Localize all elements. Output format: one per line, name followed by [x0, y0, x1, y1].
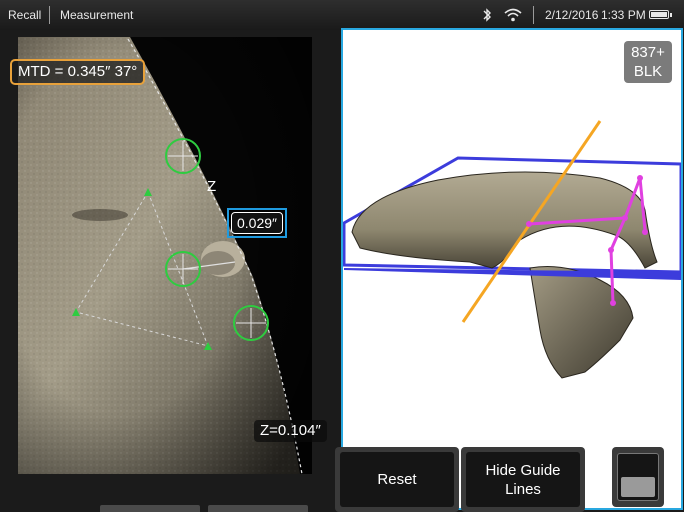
hide-guide-lines-label: Hide Guide Lines — [466, 452, 580, 507]
mtd-result-label[interactable]: MTD = 0.345″ 37° — [10, 59, 146, 85]
softkey-tab[interactable] — [208, 505, 308, 512]
toggle-track — [617, 453, 659, 501]
3d-point-cloud — [343, 120, 681, 379]
reset-button[interactable]: Reset — [335, 447, 459, 512]
badge-line-1: 837+ — [631, 44, 665, 61]
softkey-tab[interactable] — [100, 505, 200, 512]
battery-icon — [649, 10, 672, 19]
probe-image-view[interactable] — [18, 37, 312, 474]
divider — [49, 6, 50, 24]
length-value: 0.029″ — [231, 212, 283, 234]
divider — [533, 6, 534, 24]
hide-guide-lines-button[interactable]: Hide Guide Lines — [461, 447, 585, 512]
reset-button-label: Reset — [340, 452, 454, 507]
bluetooth-icon — [483, 8, 491, 22]
z-axis-label: Z — [207, 178, 217, 195]
mode-title: Measurement — [60, 8, 134, 22]
recall-button[interactable]: Recall — [8, 8, 41, 22]
badge-line-2: BLK — [633, 63, 663, 80]
blk-badge: 837+ BLK — [624, 41, 672, 83]
point-cloud-view[interactable] — [341, 28, 683, 510]
wifi-icon — [504, 8, 522, 22]
date-text: 2/12/2016 — [545, 8, 599, 22]
probe-image — [18, 37, 312, 474]
length-result-label[interactable]: 0.029″ — [227, 208, 287, 238]
time-text: 1:33 PM — [601, 8, 646, 22]
toggle-knob[interactable] — [621, 477, 655, 497]
view-toggle-switch[interactable] — [612, 447, 664, 507]
status-bar: Recall Measurement 2/12/2016 1:33 PM — [0, 0, 684, 30]
z-depth-label[interactable]: Z=0.104″ — [254, 420, 327, 442]
